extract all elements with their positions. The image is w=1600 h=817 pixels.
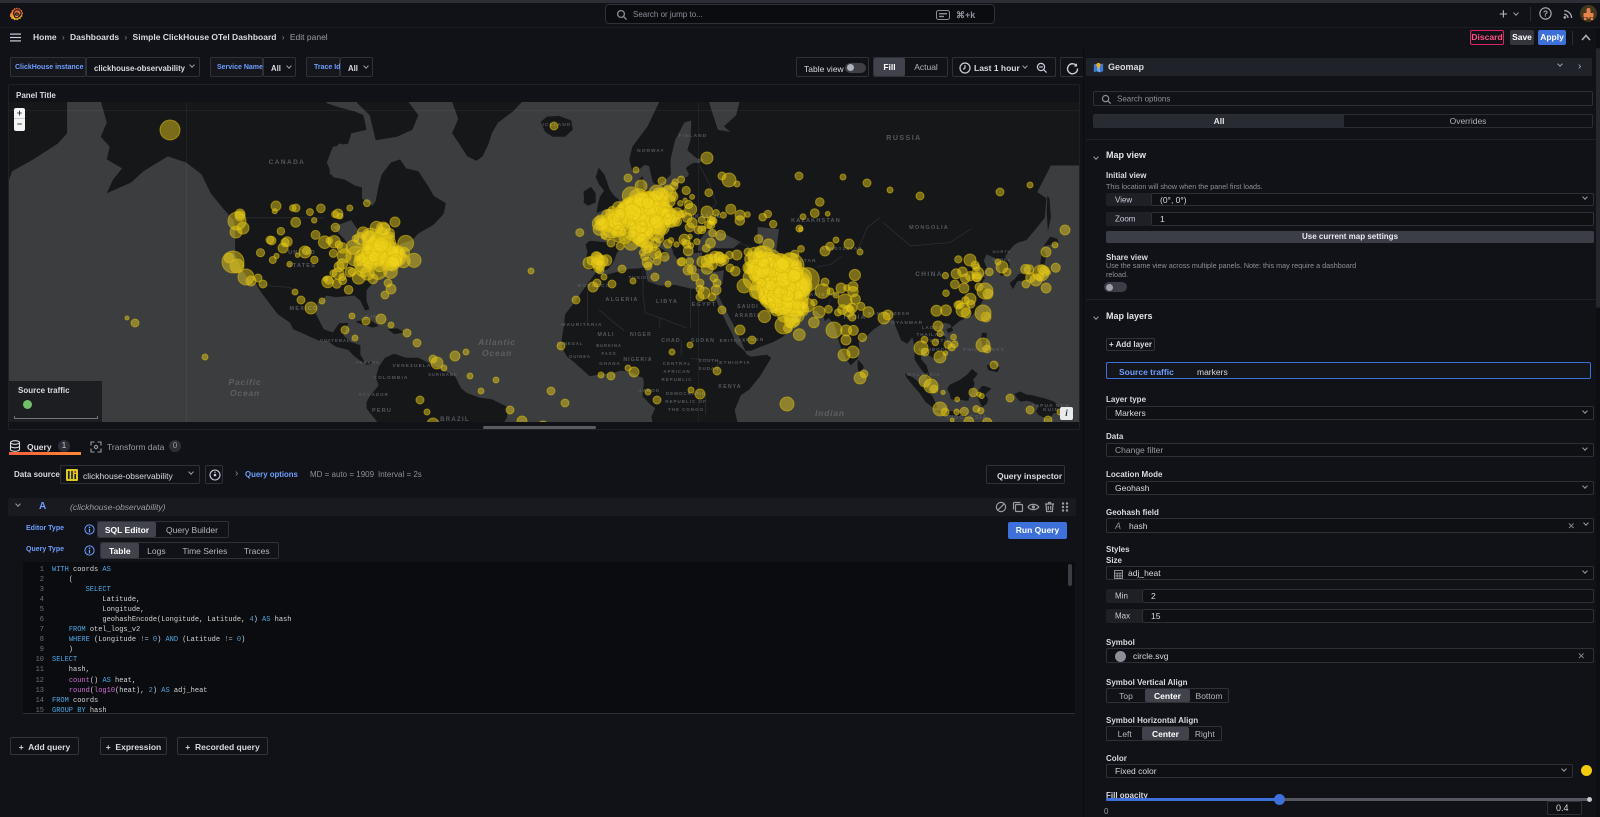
svg-text:ETHIOPIA: ETHIOPIA bbox=[719, 360, 750, 366]
svg-text:CENTRAL: CENTRAL bbox=[663, 361, 692, 366]
svg-text:NORWAY: NORWAY bbox=[637, 148, 665, 154]
svg-text:ALGERIA: ALGERIA bbox=[605, 297, 638, 303]
svg-text:SOUTH: SOUTH bbox=[699, 358, 720, 363]
svg-text:FINLAND: FINLAND bbox=[679, 133, 708, 139]
svg-text:CANADA: CANADA bbox=[269, 159, 306, 166]
svg-text:KENYA: KENYA bbox=[718, 384, 741, 390]
svg-text:Ocean: Ocean bbox=[230, 388, 260, 398]
svg-text:EGYPT: EGYPT bbox=[692, 302, 717, 308]
svg-text:SUDAN: SUDAN bbox=[691, 338, 715, 344]
svg-text:GUATEMALA: GUATEMALA bbox=[320, 338, 355, 343]
svg-text:CHAD: CHAD bbox=[661, 338, 680, 344]
svg-text:MAURITANIA: MAURITANIA bbox=[561, 322, 602, 328]
svg-text:GUINEA: GUINEA bbox=[569, 354, 591, 359]
svg-text:PERU: PERU bbox=[372, 408, 392, 414]
svg-text:AFRICAN: AFRICAN bbox=[663, 369, 690, 374]
svg-text:RUSSIA: RUSSIA bbox=[886, 135, 921, 142]
svg-text:MALI: MALI bbox=[597, 332, 614, 338]
svg-text:ECUADOR: ECUADOR bbox=[359, 392, 389, 397]
svg-text:?: ? bbox=[1543, 9, 1548, 18]
svg-text:VENEZUELA: VENEZUELA bbox=[393, 363, 432, 369]
svg-text:REPUBLIC OF: REPUBLIC OF bbox=[665, 399, 707, 404]
svg-text:MYANMAR: MYANMAR bbox=[891, 320, 923, 326]
svg-text:BURKINA: BURKINA bbox=[596, 343, 622, 348]
svg-text:NORTH: NORTH bbox=[993, 249, 1012, 254]
svg-text:NIGER: NIGER bbox=[630, 332, 652, 338]
svg-text:LIBYA: LIBYA bbox=[656, 299, 678, 305]
svg-text:REPUBLIC: REPUBLIC bbox=[661, 377, 692, 382]
svg-text:SURINAME: SURINAME bbox=[428, 372, 458, 377]
svg-text:FASO: FASO bbox=[601, 351, 616, 356]
svg-text:Indian: Indian bbox=[815, 408, 845, 418]
svg-text:ARABIA: ARABIA bbox=[735, 313, 762, 319]
svg-text:SAUDI: SAUDI bbox=[737, 304, 759, 310]
svg-text:Pacific: Pacific bbox=[228, 377, 261, 387]
svg-text:PANAMA: PANAMA bbox=[356, 360, 379, 365]
svg-text:KAZAKHSTAN: KAZAKHSTAN bbox=[791, 218, 841, 224]
svg-text:NIGERIA: NIGERIA bbox=[623, 357, 652, 363]
svg-text:COLOMBIA: COLOMBIA bbox=[374, 375, 409, 381]
svg-text:MONGOLIA: MONGOLIA bbox=[909, 225, 949, 231]
svg-text:CHINA: CHINA bbox=[915, 271, 943, 278]
svg-text:Ocean: Ocean bbox=[482, 348, 512, 358]
svg-text:Atlantic: Atlantic bbox=[477, 337, 516, 347]
svg-text:BRAZIL: BRAZIL bbox=[440, 417, 470, 422]
svg-text:GHANA: GHANA bbox=[599, 361, 621, 366]
svg-text:THE CONGO: THE CONGO bbox=[668, 407, 704, 412]
